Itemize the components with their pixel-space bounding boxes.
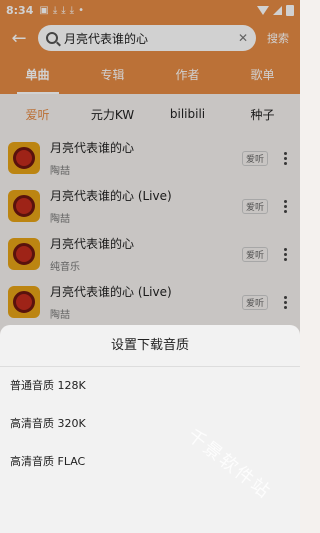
sheet-title: 设置下载音质 <box>0 325 300 367</box>
quality-option-128k[interactable]: 普通音质 128K <box>0 367 300 405</box>
quality-bottom-sheet: 设置下载音质 普通音质 128K 高清音质 320K 高清音质 FLAC <box>0 325 300 533</box>
quality-option-320k[interactable]: 高清音质 320K <box>0 405 300 443</box>
